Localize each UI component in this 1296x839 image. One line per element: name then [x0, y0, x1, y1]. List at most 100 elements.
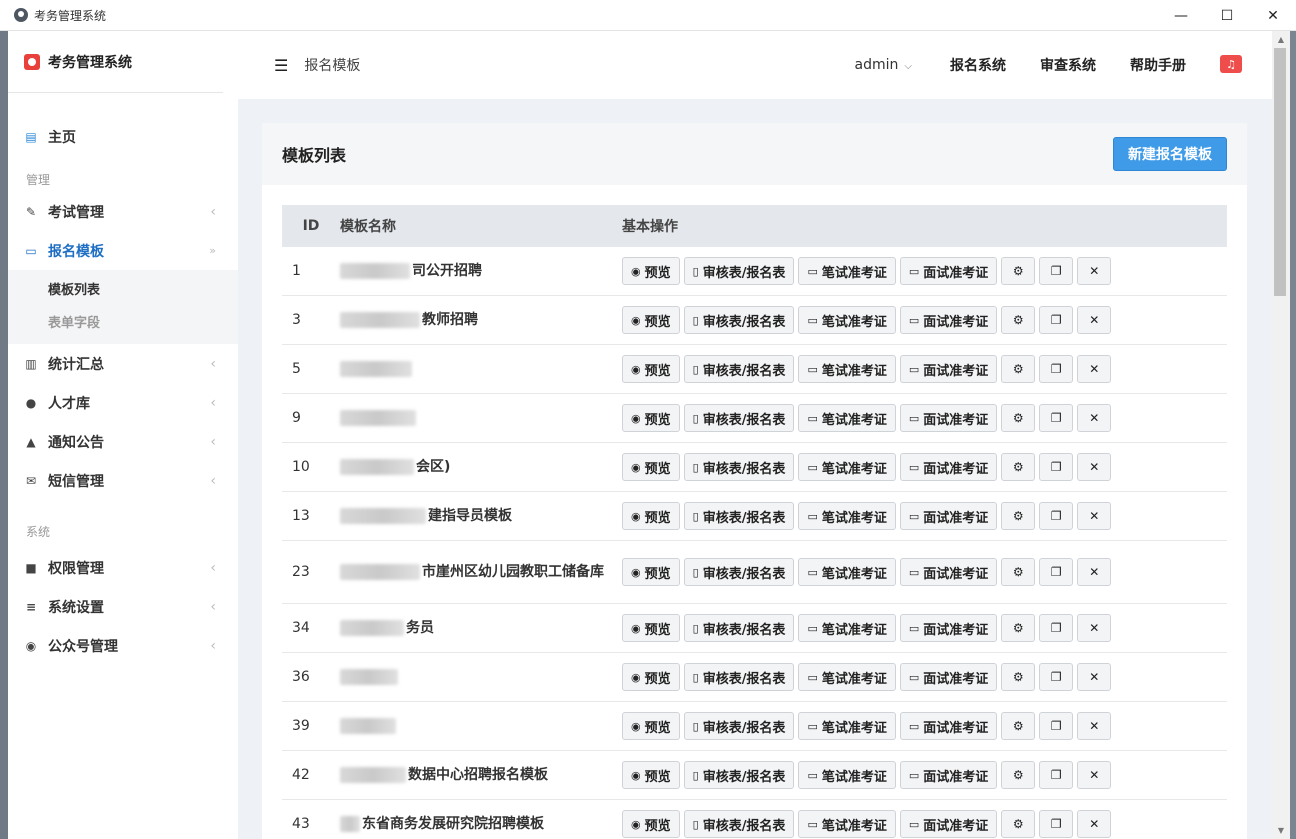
delete-button[interactable]: ✕ — [1077, 712, 1112, 740]
hamburger-menu-icon[interactable]: ☰ — [274, 56, 288, 75]
delete-button[interactable]: ✕ — [1077, 502, 1112, 530]
copy-button[interactable]: ❐ — [1039, 558, 1074, 586]
notification-bell-icon[interactable]: ♫ — [1220, 55, 1242, 73]
preview-button[interactable]: ◉ 预览 — [622, 558, 680, 586]
copy-button[interactable]: ❐ — [1039, 761, 1074, 789]
written-admission-ticket-button[interactable]: ▭ 笔试准考证 — [798, 614, 896, 642]
preview-button[interactable]: ◉ 预览 — [622, 712, 680, 740]
written-admission-ticket-button[interactable]: ▭ 笔试准考证 — [798, 810, 896, 838]
settings-button[interactable]: ⚙ — [1001, 355, 1036, 383]
sidebar-subitem-template-list[interactable]: 模板列表 — [8, 274, 238, 307]
review-form-button[interactable]: ▯ 审核表/报名表 — [683, 810, 795, 838]
settings-button[interactable]: ⚙ — [1001, 810, 1036, 838]
delete-button[interactable]: ✕ — [1077, 453, 1112, 481]
review-form-button[interactable]: ▯ 审核表/报名表 — [683, 306, 795, 334]
delete-button[interactable]: ✕ — [1077, 404, 1112, 432]
interview-admission-ticket-button[interactable]: ▭ 面试准考证 — [899, 306, 998, 334]
interview-admission-ticket-button[interactable]: ▭ 面试准考证 — [899, 663, 998, 691]
copy-button[interactable]: ❐ — [1039, 614, 1074, 642]
interview-admission-ticket-button[interactable]: ▭ 面试准考证 — [899, 502, 998, 530]
interview-admission-ticket-button[interactable]: ▭ 面试准考证 — [899, 257, 998, 285]
interview-admission-ticket-button[interactable]: ▭ 面试准考证 — [899, 712, 998, 740]
vertical-scrollbar[interactable]: ▲ ▼ — [1272, 31, 1290, 839]
close-button[interactable]: ✕ — [1250, 0, 1296, 31]
sidebar-item-statistics[interactable]: ▥ 统计汇总 ‹ — [8, 344, 238, 383]
written-admission-ticket-button[interactable]: ▭ 笔试准考证 — [798, 663, 896, 691]
settings-button[interactable]: ⚙ — [1001, 306, 1036, 334]
copy-button[interactable]: ❐ — [1039, 663, 1074, 691]
interview-admission-ticket-button[interactable]: ▭ 面试准考证 — [899, 614, 998, 642]
copy-button[interactable]: ❐ — [1039, 712, 1074, 740]
copy-button[interactable]: ❐ — [1039, 306, 1074, 334]
interview-admission-ticket-button[interactable]: ▭ 面试准考证 — [899, 453, 998, 481]
settings-button[interactable]: ⚙ — [1001, 502, 1036, 530]
settings-button[interactable]: ⚙ — [1001, 257, 1036, 285]
review-form-button[interactable]: ▯ 审核表/报名表 — [683, 761, 795, 789]
sidebar-item-wechat[interactable]: ◉ 公众号管理 ‹ — [8, 626, 238, 665]
interview-admission-ticket-button[interactable]: ▭ 面试准考证 — [899, 355, 998, 383]
written-admission-ticket-button[interactable]: ▭ 笔试准考证 — [798, 453, 896, 481]
header-link-review-system[interactable]: 审查系统 — [1040, 55, 1096, 75]
copy-button[interactable]: ❐ — [1039, 453, 1074, 481]
brand[interactable]: 考务管理系统 — [8, 31, 223, 93]
settings-button[interactable]: ⚙ — [1001, 761, 1036, 789]
review-form-button[interactable]: ▯ 审核表/报名表 — [683, 614, 795, 642]
sidebar-item-system-settings[interactable]: ≡ 系统设置 ‹ — [8, 587, 238, 626]
header-link-registration-system[interactable]: 报名系统 — [950, 55, 1006, 75]
copy-button[interactable]: ❐ — [1039, 502, 1074, 530]
written-admission-ticket-button[interactable]: ▭ 笔试准考证 — [798, 257, 896, 285]
delete-button[interactable]: ✕ — [1077, 355, 1112, 383]
written-admission-ticket-button[interactable]: ▭ 笔试准考证 — [798, 306, 896, 334]
interview-admission-ticket-button[interactable]: ▭ 面试准考证 — [899, 761, 998, 789]
minimize-button[interactable]: — — [1158, 0, 1204, 31]
written-admission-ticket-button[interactable]: ▭ 笔试准考证 — [798, 355, 896, 383]
scroll-up-arrow-icon[interactable]: ▲ — [1272, 31, 1290, 48]
preview-button[interactable]: ◉ 预览 — [622, 810, 680, 838]
preview-button[interactable]: ◉ 预览 — [622, 306, 680, 334]
sidebar-subitem-form-fields[interactable]: 表单字段 — [8, 307, 238, 340]
settings-button[interactable]: ⚙ — [1001, 404, 1036, 432]
preview-button[interactable]: ◉ 预览 — [622, 761, 680, 789]
sidebar-item-registration-template[interactable]: ▭ 报名模板 » — [8, 231, 238, 270]
review-form-button[interactable]: ▯ 审核表/报名表 — [683, 355, 795, 383]
delete-button[interactable]: ✕ — [1077, 257, 1112, 285]
written-admission-ticket-button[interactable]: ▭ 笔试准考证 — [798, 558, 896, 586]
maximize-button[interactable]: ☐ — [1204, 0, 1250, 31]
preview-button[interactable]: ◉ 预览 — [622, 453, 680, 481]
copy-button[interactable]: ❐ — [1039, 404, 1074, 432]
settings-button[interactable]: ⚙ — [1001, 453, 1036, 481]
preview-button[interactable]: ◉ 预览 — [622, 614, 680, 642]
preview-button[interactable]: ◉ 预览 — [622, 404, 680, 432]
settings-button[interactable]: ⚙ — [1001, 558, 1036, 586]
preview-button[interactable]: ◉ 预览 — [622, 355, 680, 383]
review-form-button[interactable]: ▯ 审核表/报名表 — [683, 558, 795, 586]
review-form-button[interactable]: ▯ 审核表/报名表 — [683, 712, 795, 740]
review-form-button[interactable]: ▯ 审核表/报名表 — [683, 453, 795, 481]
delete-button[interactable]: ✕ — [1077, 306, 1112, 334]
written-admission-ticket-button[interactable]: ▭ 笔试准考证 — [798, 761, 896, 789]
interview-admission-ticket-button[interactable]: ▭ 面试准考证 — [899, 404, 998, 432]
review-form-button[interactable]: ▯ 审核表/报名表 — [683, 502, 795, 530]
delete-button[interactable]: ✕ — [1077, 558, 1112, 586]
header-link-help-manual[interactable]: 帮助手册 — [1130, 55, 1186, 75]
interview-admission-ticket-button[interactable]: ▭ 面试准考证 — [899, 810, 998, 838]
sidebar-item-permissions[interactable]: ■ 权限管理 ‹ — [8, 548, 238, 587]
written-admission-ticket-button[interactable]: ▭ 笔试准考证 — [798, 712, 896, 740]
settings-button[interactable]: ⚙ — [1001, 712, 1036, 740]
user-menu[interactable]: admin ⌵ — [855, 57, 912, 73]
written-admission-ticket-button[interactable]: ▭ 笔试准考证 — [798, 502, 896, 530]
sidebar-item-talent-pool[interactable]: ● 人才库 ‹ — [8, 383, 238, 422]
copy-button[interactable]: ❐ — [1039, 355, 1074, 383]
interview-admission-ticket-button[interactable]: ▭ 面试准考证 — [899, 558, 998, 586]
copy-button[interactable]: ❐ — [1039, 257, 1074, 285]
sidebar-item-sms[interactable]: ✉ 短信管理 ‹ — [8, 461, 238, 500]
delete-button[interactable]: ✕ — [1077, 614, 1112, 642]
preview-button[interactable]: ◉ 预览 — [622, 257, 680, 285]
delete-button[interactable]: ✕ — [1077, 663, 1112, 691]
scroll-thumb[interactable] — [1274, 48, 1286, 296]
review-form-button[interactable]: ▯ 审核表/报名表 — [683, 663, 795, 691]
settings-button[interactable]: ⚙ — [1001, 614, 1036, 642]
new-template-button[interactable]: 新建报名模板 — [1113, 137, 1227, 171]
review-form-button[interactable]: ▯ 审核表/报名表 — [683, 404, 795, 432]
written-admission-ticket-button[interactable]: ▭ 笔试准考证 — [798, 404, 896, 432]
